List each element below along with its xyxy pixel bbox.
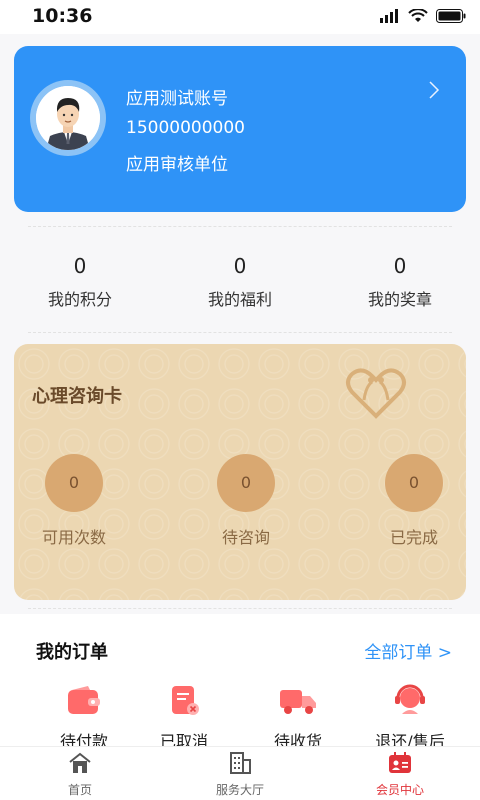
home-icon [69,752,91,773]
tab-label: 首页 [67,783,92,797]
member-card-icon [389,752,411,773]
consult-label: 待咨询 [221,528,270,547]
divider [28,332,452,333]
avatar-ring [30,80,106,156]
profile-card[interactable]: 应用测试账号 15000000000 应用审核单位 [14,46,466,212]
divider [28,608,452,609]
consult-pending[interactable]: 0 待咨询 [186,454,306,548]
status-bar: 10:36 [0,0,480,34]
battery-icon [436,9,466,23]
profile-name: 应用测试账号 [126,89,228,109]
avatar [36,86,100,150]
consult-count-circle: 0 [385,454,443,512]
stat-value: 0 [393,254,407,278]
cancelled-order-icon [172,686,199,715]
signal-icon [380,9,398,23]
consultation-card-title: 心理咨询卡 [32,386,122,407]
order-cancelled[interactable]: 已取消 [124,684,244,752]
delivery-truck-icon [280,690,316,714]
orders-title: 我的订单 [36,642,108,663]
tab-member-center[interactable]: 会员中心 [320,747,480,800]
profile-phone: 15000000000 [126,118,245,138]
consultation-card[interactable]: 心理咨询卡 0 可用次数 0 待咨询 0 已完成 [14,344,466,600]
stat-value: 0 [73,254,87,278]
heart-hands-logo-icon [346,368,406,419]
wallet-icon [68,686,100,714]
profile-organization: 应用审核单位 [126,155,228,175]
status-time: 10:36 [32,5,93,27]
bottom-tab-bar: 首页 服务大厅 会员中心 [0,746,480,800]
tab-label: 会员中心 [375,783,424,797]
consult-available[interactable]: 0 可用次数 [14,454,134,548]
tab-label: 服务大厅 [215,783,264,797]
stat-points[interactable]: 0 我的积分 [0,236,160,332]
customer-service-icon [395,684,425,714]
status-icons [380,9,466,23]
stats-row: 0 我的积分 0 我的福利 0 我的奖章 [0,236,480,332]
stat-benefits[interactable]: 0 我的福利 [160,236,320,332]
stat-value: 0 [233,254,247,278]
consult-label: 已完成 [389,528,438,547]
wifi-icon [408,9,428,22]
stat-label: 我的奖章 [367,290,432,309]
consult-label: 可用次数 [41,528,106,547]
tab-home[interactable]: 首页 [0,747,160,800]
consult-completed[interactable]: 0 已完成 [354,454,466,548]
building-icon [230,752,251,774]
consult-count-circle: 0 [45,454,103,512]
chevron-right-icon[interactable] [428,80,440,100]
order-refund-aftersale[interactable]: 退还/售后 [350,684,470,752]
stat-label: 我的积分 [47,290,112,309]
all-orders-link[interactable]: 全部订单 > [364,638,452,663]
stat-label: 我的福利 [207,290,272,309]
divider [28,226,452,227]
stat-medals[interactable]: 0 我的奖章 [320,236,480,332]
tab-service-hall[interactable]: 服务大厅 [160,747,320,800]
consult-count-circle: 0 [217,454,275,512]
user-avatar-icon [36,86,100,150]
order-awaiting-delivery[interactable]: 待收货 [238,684,358,752]
